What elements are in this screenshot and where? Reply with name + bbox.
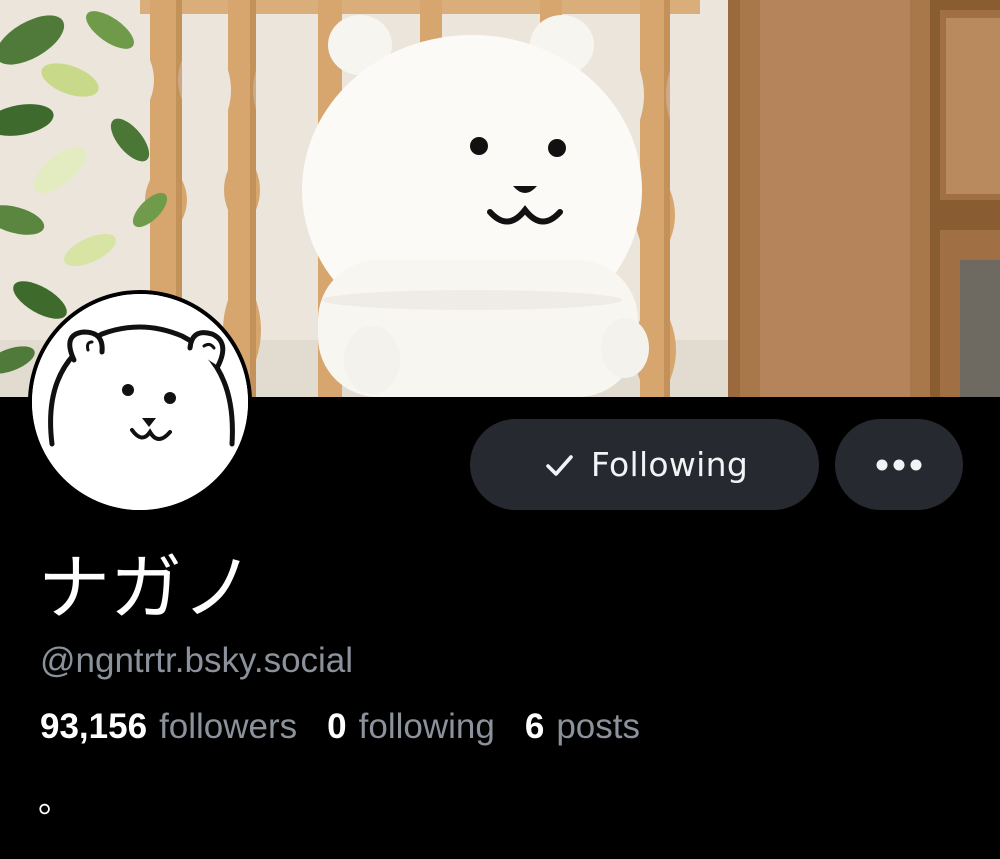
avatar[interactable] <box>28 290 252 514</box>
display-name: ナガノ <box>38 546 255 630</box>
profile-stats: 93,156 followers 0 following 6 posts <box>40 704 670 750</box>
ellipsis-icon <box>876 459 922 470</box>
profile-bio: 。 <box>38 781 72 821</box>
following-button[interactable]: Following <box>470 419 819 510</box>
avatar-image <box>32 294 248 510</box>
posts-label: posts <box>556 707 640 746</box>
bear-avatar-icon <box>32 294 248 510</box>
profile-handle: @ngntrtr.bsky.social <box>40 641 354 680</box>
check-icon <box>546 454 573 476</box>
more-options-button[interactable] <box>835 419 963 510</box>
following-count: 0 <box>327 707 347 746</box>
following-button-label: Following <box>590 445 749 484</box>
posts-count: 6 <box>524 707 545 746</box>
posts-stat: 6 posts <box>525 704 640 750</box>
followers-stat[interactable]: 93,156 followers <box>40 704 297 750</box>
following-stat[interactable]: 0 following <box>327 704 495 750</box>
profile-page: Following ナガノ @ngntrtr.bsky.social 93,15… <box>0 0 1000 859</box>
followers-label: followers <box>159 707 298 746</box>
followers-count: 93,156 <box>40 707 148 746</box>
following-label: following <box>358 707 495 746</box>
